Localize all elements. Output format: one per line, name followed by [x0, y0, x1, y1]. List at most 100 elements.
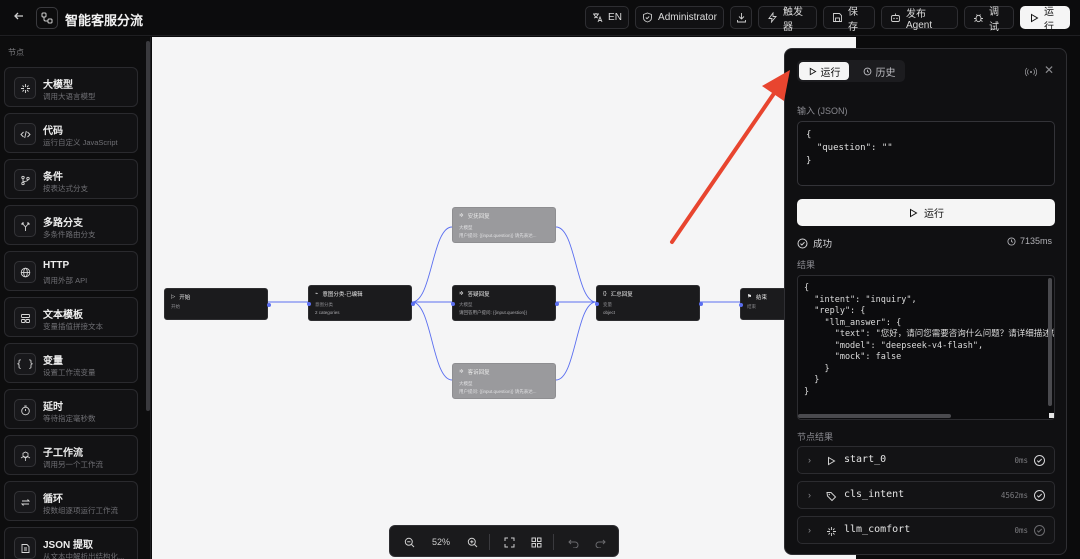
sidebar-item-name: 条件 — [43, 172, 63, 183]
json-input-field[interactable]: { "question": "" } — [797, 121, 1055, 186]
zoom-out-icon[interactable] — [400, 533, 418, 551]
flag-icon: ⚑ — [747, 294, 752, 300]
sidebar-item-name: JSON 提取 — [43, 540, 94, 551]
chevron-right-icon: › — [808, 490, 811, 500]
sidebar-item-http[interactable]: HTTP 调用外部 API — [4, 251, 138, 291]
sidebar-scrollbar[interactable] — [146, 41, 150, 411]
run-button[interactable]: 运行 — [1020, 6, 1070, 33]
zoom-in-icon[interactable] — [463, 533, 481, 551]
result-vertical-scrollbar[interactable] — [1048, 278, 1052, 406]
workflow-title: 智能客服分流 — [65, 13, 144, 28]
sidebar-item-code[interactable]: 代码 运行自定义 JavaScript — [4, 113, 138, 153]
node-subtitle: 开始 — [171, 304, 180, 309]
resize-handle[interactable] — [1049, 413, 1054, 418]
sidebar-item-json-extract[interactable]: JSON 提取 从文本中解析出结构化... — [4, 527, 138, 559]
trigger-button[interactable]: 触发器 — [758, 6, 817, 33]
sidebar-item-variable[interactable]: { } 变量 设置工作流变量 — [4, 343, 138, 383]
tag-icon: ⌁ — [315, 291, 319, 297]
braces-icon: { } — [14, 353, 36, 375]
result-horizontal-scrollbar[interactable] — [798, 414, 951, 418]
node-result-row[interactable]: › cls_intent 4562ms — [797, 481, 1055, 509]
input-port[interactable] — [739, 303, 743, 307]
sparkle-icon — [825, 525, 837, 537]
edge-complaint-merge — [555, 301, 597, 381]
undo-icon[interactable] — [564, 533, 582, 551]
sidebar-item-name: 循环 — [43, 494, 63, 505]
zoom-separator — [553, 534, 554, 550]
sidebar-item-llm[interactable]: 大模型 调用大语言模型 — [4, 67, 138, 107]
sidebar-item-loop[interactable]: 循环 按数组逐项运行工作流 — [4, 481, 138, 521]
sidebar-item-name: 子工作流 — [43, 448, 83, 459]
workflow-canvas[interactable]: ▷ 开始 开始 ⌁ 意图分类-已编辑 意图分类 2 categories ✲ 安抚回复… — [152, 37, 856, 559]
result-output[interactable]: { "intent": "inquiry", "reply": { "llm_a… — [797, 275, 1055, 420]
node-comfort[interactable]: ✲ 安抚回复 大模型 用户提问: {{input.question}} 请先表达.… — [452, 207, 556, 243]
node-result-row[interactable]: › llm_comfort 0ms — [797, 516, 1055, 544]
grid-layout-icon[interactable] — [527, 533, 545, 551]
sidebar-item-condition[interactable]: 条件 按表达式分支 — [4, 159, 138, 199]
run-duration-label: 7135ms — [1019, 236, 1052, 246]
node-title: 结束 — [755, 295, 767, 301]
node-classify[interactable]: ⌁ 意图分类-已编辑 意图分类 2 categories — [307, 285, 415, 321]
output-port[interactable] — [267, 303, 271, 307]
subflow-icon — [14, 445, 36, 467]
braces-icon: {} — [603, 291, 607, 297]
tab-history[interactable]: 历史 — [855, 62, 903, 80]
sparkle-icon: ✲ — [459, 291, 464, 297]
split-icon — [14, 215, 36, 237]
node-complaint[interactable]: ✲ 客诉回复 大模型 用户提问: {{input.question}} 请先表达.… — [452, 363, 556, 399]
close-icon[interactable]: ✕ — [1044, 63, 1054, 77]
node-result-row[interactable]: › start_0 0ms — [797, 446, 1055, 474]
code-icon — [14, 123, 36, 145]
input-port[interactable] — [451, 302, 455, 306]
language-button[interactable]: EN — [585, 6, 629, 29]
tab-history-label: 历史 — [875, 67, 896, 79]
sparkle-icon: ✲ — [459, 369, 464, 375]
output-port[interactable] — [411, 302, 415, 306]
broadcast-icon[interactable] — [1024, 65, 1038, 77]
sidebar-item-delay[interactable]: 延时 等待指定毫秒数 — [4, 389, 138, 429]
user-button[interactable]: Administrator — [635, 6, 724, 29]
back-arrow-icon[interactable] — [10, 8, 28, 26]
sidebar-item-subflow[interactable]: 子工作流 调用另一个工作流 — [4, 435, 138, 475]
node-answer[interactable]: ✲ 答疑回复 大模型 请回答用户提问: {{input.question}} — [451, 285, 559, 321]
input-port[interactable] — [307, 302, 311, 306]
sidebar-section-label: 节点 — [8, 48, 24, 57]
sidebar-item-desc: 设置工作流变量 — [43, 368, 96, 377]
publish-agent-button[interactable]: 发布 Agent — [881, 6, 958, 31]
input-port[interactable] — [595, 302, 599, 306]
play-icon — [825, 455, 837, 467]
panel-run-button[interactable]: 运行 — [797, 199, 1055, 226]
node-start-title: ▷ 开始 — [171, 293, 190, 301]
workflow-logo-icon — [36, 7, 58, 29]
node-result-name: llm_comfort — [844, 524, 911, 535]
save-button[interactable]: 保存 — [823, 6, 875, 33]
node-subtitle: 结束 — [747, 304, 756, 309]
sidebar-item-name: 变量 — [43, 356, 63, 367]
output-port[interactable] — [699, 302, 703, 306]
node-comfort-title: ✲ 安抚回复 — [459, 212, 490, 220]
check-circle-icon — [1034, 525, 1045, 536]
node-merge[interactable]: {} 汇总回复 变量 object — [595, 285, 703, 321]
tab-run-label: 运行 — [820, 67, 841, 79]
node-title: 安抚回复 — [467, 214, 490, 220]
fit-view-icon[interactable] — [500, 533, 518, 551]
node-subtitle: 大模型 — [459, 225, 473, 230]
debug-label: 调试 — [989, 6, 999, 33]
node-detail: 请回答用户提问: {{input.question}} — [459, 310, 528, 315]
run-status-label: 成功 — [813, 239, 833, 250]
output-port[interactable] — [555, 302, 559, 306]
run-duration: 7135ms — [1007, 236, 1052, 246]
node-palette-sidebar: 节点 大模型 调用大语言模型 代码 运行自定义 JavaScript 条件 按表… — [0, 37, 151, 559]
bug-icon — [974, 14, 983, 23]
sidebar-item-text-template[interactable]: 文本模板 变量插值拼接文本 — [4, 297, 138, 337]
debug-button[interactable]: 调试 — [964, 6, 1014, 33]
tab-run[interactable]: 运行 — [799, 62, 849, 80]
node-start[interactable]: ▷ 开始 开始 — [164, 288, 271, 320]
download-button[interactable] — [730, 6, 752, 29]
node-title: 汇总回复 — [610, 292, 633, 298]
play-icon — [809, 67, 817, 75]
redo-icon[interactable] — [591, 533, 609, 551]
trigger-label: 触发器 — [783, 6, 803, 33]
node-subtitle: 意图分类 — [315, 302, 333, 307]
sidebar-item-multi-branch[interactable]: 多路分支 多条件路由分支 — [4, 205, 138, 245]
